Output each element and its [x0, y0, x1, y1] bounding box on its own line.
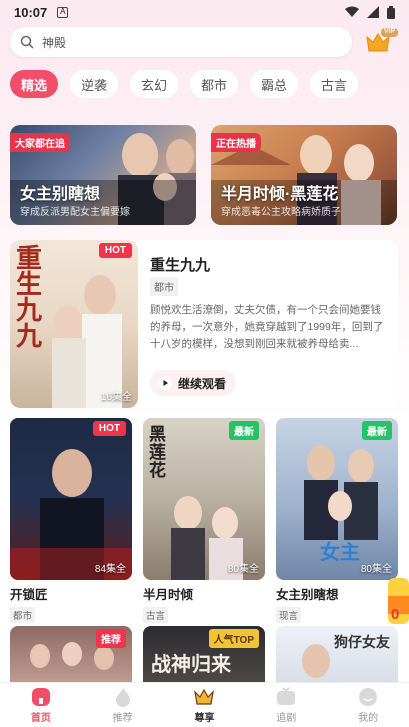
- continue-watching-button[interactable]: 继续观看: [150, 370, 237, 396]
- drama-card-3-poster[interactable]: 女主 最新 80集全: [276, 418, 398, 580]
- drama-card-3-title: 女主别瞎想: [276, 588, 339, 602]
- drama-card-2-poster[interactable]: 黑莲花 最新 80集全: [143, 418, 265, 580]
- floating-promo-button[interactable]: 0: [388, 570, 409, 632]
- drama-card-1-episodes: 84集全: [94, 564, 126, 575]
- drama-card-2-episodes: 80集全: [227, 564, 259, 575]
- vip-label: VIP: [384, 28, 396, 35]
- drama-card-3-poster-text: 女主: [320, 542, 360, 564]
- tab-dushi[interactable]: 都市: [190, 70, 238, 98]
- nav-follow-label: 追剧: [276, 713, 297, 724]
- wifi-icon: [345, 6, 359, 17]
- tv-icon: [277, 687, 296, 705]
- nav-home[interactable]: 首页: [0, 683, 82, 727]
- banner-card-1[interactable]: 大家都在追 女主别瞎想 穿成反派男配女主偏要嫁: [10, 125, 196, 225]
- status-bar: 10:07 A: [0, 0, 409, 24]
- nav-recommend-label: 推荐: [112, 713, 133, 724]
- drama-card-1-genre: 都市: [10, 607, 36, 623]
- nav-premium[interactable]: 尊享: [164, 683, 246, 727]
- featured-episodes: 16集全: [100, 392, 132, 403]
- tab-jingxuan[interactable]: 精选: [10, 70, 58, 98]
- nav-mine[interactable]: 我的: [327, 683, 409, 727]
- search-icon: [20, 35, 34, 49]
- category-tabs: 精选 逆袭 玄幻 都市 霸总 古言: [10, 70, 358, 98]
- banner-1-tag: 大家都在追: [10, 133, 70, 152]
- fire-icon: [115, 688, 130, 707]
- user-icon: [359, 688, 378, 706]
- banner-2-tag: 正在热播: [211, 133, 261, 152]
- sim-icon: A: [57, 6, 69, 18]
- featured-hot-badge: HOT: [98, 243, 132, 258]
- vip-button[interactable]: VIP: [364, 28, 398, 54]
- drama-card-kaisuojiang[interactable]: HOT 84集全 开锁匠 都市: [10, 418, 132, 624]
- drama-card-2-genre: 古言: [143, 607, 169, 623]
- banner-2-subtitle: 穿成恶毒公主攻略病娇质子: [221, 207, 341, 218]
- battery-icon: [387, 5, 395, 19]
- drama-card-banyueshiqing[interactable]: 黑莲花 最新 80集全 半月时倾 古言: [143, 418, 265, 624]
- featured-drama[interactable]: 重生九九 HOT 16集全 重生九九 都市 顾悦欢生活潦倒，丈夫欠债，有一个只会…: [10, 240, 398, 408]
- nav-follow[interactable]: 追剧: [245, 683, 327, 727]
- nav-premium-label: 尊享: [194, 713, 215, 724]
- floating-promo-text: 0: [391, 606, 400, 623]
- featured-description: 顾悦欢生活潦倒，丈夫欠债，有一个只会间她要钱的养母，一次意外，她竟穿越到了199…: [150, 304, 384, 350]
- tab-bazong[interactable]: 霸总: [250, 70, 298, 98]
- drama-card-2-title: 半月时倾: [143, 588, 194, 602]
- drama-card-nvzhubiexiaxiang[interactable]: 女主 最新 80集全 女主别瞎想 现言: [276, 418, 398, 624]
- nav-mine-label: 我的: [358, 713, 379, 724]
- featured-title: 重生九九: [150, 257, 211, 274]
- drama-card-4-badge: 推荐: [96, 629, 126, 648]
- drama-card-2-poster-text: 黑莲花: [149, 425, 166, 481]
- tab-nixi[interactable]: 逆袭: [70, 70, 118, 98]
- tab-xuanhuan[interactable]: 玄幻: [130, 70, 178, 98]
- drama-card-2-badge: 最新: [229, 421, 259, 440]
- drama-card-3-badge: 最新: [362, 421, 392, 440]
- drama-card-1-title: 开锁匠: [10, 588, 48, 602]
- continue-watching-label: 继续观看: [178, 376, 227, 391]
- banner-card-2[interactable]: 正在热播 半月时倾·黑莲花 穿成恶毒公主攻略病娇质子: [211, 125, 397, 225]
- search-bar[interactable]: 神殿: [10, 27, 352, 57]
- featured-poster[interactable]: 重生九九 HOT 16集全: [10, 240, 138, 408]
- banner-1-title: 女主别瞎想: [20, 186, 101, 203]
- signal-icon: [367, 6, 379, 18]
- nav-recommend[interactable]: 推荐: [82, 683, 164, 727]
- nav-home-label: 首页: [30, 713, 51, 724]
- drama-card-1-badge: HOT: [92, 421, 126, 436]
- search-placeholder: 神殿: [42, 35, 67, 50]
- tab-guyan[interactable]: 古言: [310, 70, 358, 98]
- bottom-nav: 首页 推荐 尊享 追剧 我的: [0, 682, 409, 727]
- crown-icon: [194, 688, 215, 705]
- home-icon: [31, 688, 50, 706]
- status-time: 10:07: [14, 4, 48, 20]
- drama-card-5-poster-text: 战神归来: [151, 652, 231, 676]
- banner-2-title: 半月时倾·黑莲花: [221, 186, 339, 203]
- drama-card-1-image: [10, 449, 132, 580]
- drama-card-1-poster[interactable]: HOT 84集全: [10, 418, 132, 580]
- featured-poster-text: 重生九九: [16, 244, 43, 352]
- drama-card-6-poster-text: 狗仔女友: [334, 634, 390, 650]
- drama-card-5-badge: 人气TOP: [208, 629, 259, 648]
- featured-genre: 都市: [150, 277, 178, 296]
- banner-1-subtitle: 穿成反派男配女主偏要嫁: [20, 207, 130, 218]
- play-icon: [158, 376, 172, 390]
- drama-card-3-genre: 现言: [276, 607, 302, 623]
